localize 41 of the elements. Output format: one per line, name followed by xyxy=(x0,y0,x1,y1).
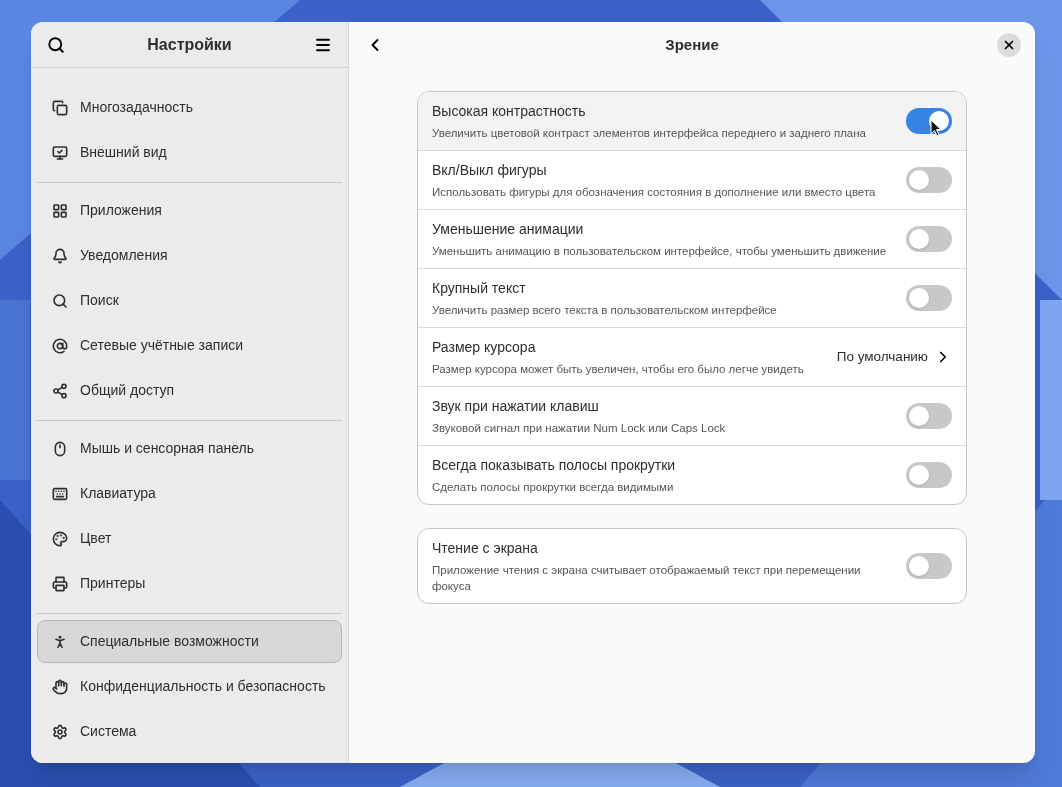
row-subtitle: Размер курсора может быть увеличен, чтобы его было легче увидеть xyxy=(432,362,805,377)
sidebar-item[interactable]: Общий доступ xyxy=(37,369,342,412)
row-subtitle: Приложение чтения с экрана считывает отображаемый текст при перемещении фокуса xyxy=(432,563,862,594)
sidebar-item[interactable]: Приложения xyxy=(37,189,342,232)
row-value: По умолчанию xyxy=(836,347,928,366)
row-title: Высокая контрастность xyxy=(432,102,587,121)
sidebar-item[interactable]: Принтеры xyxy=(37,562,342,605)
sidebar-item[interactable]: Мышь и сенсорная панель xyxy=(37,427,342,470)
settings-row[interactable]: Всегда показывать полосы прокрутки Сделать полосы прокрутки всегда видимыми xyxy=(418,445,966,504)
settings-row[interactable]: Высокая контрастность Увеличить цветовой контраст элементов интерфейса переднего и заднего плана xyxy=(418,92,966,150)
sidebar-item[interactable]: Специальные возможности xyxy=(37,620,342,663)
row-title: Чтение с экрана xyxy=(432,539,539,558)
row-subtitle: Уменьшить анимацию в пользовательском интерфейсе, чтобы уменьшить движение xyxy=(432,244,888,259)
row-subtitle: Использовать фигуры для обозначения состояния в дополнение или вместо цвета xyxy=(432,185,877,200)
row-title: Уменьшение анимации xyxy=(432,220,585,239)
sidebar-item[interactable]: Внешний вид xyxy=(37,131,342,174)
settings-row[interactable]: Размер курсора Размер курсора может быть увеличен, чтобы его было легче увидеть По умолчанию xyxy=(418,327,966,386)
row-title: Размер курсора xyxy=(432,338,537,357)
row-title: Крупный текст xyxy=(432,279,527,298)
sidebar-item[interactable]: Поиск xyxy=(37,279,342,322)
row-subtitle: Сделать полосы прокрутки всегда видимыми xyxy=(432,480,675,495)
row-subtitle: Звуковой сигнал при нажатии Num Lock или Caps Lock xyxy=(432,421,727,436)
page-title: Зрение xyxy=(665,34,719,55)
sidebar-item[interactable]: Цвет xyxy=(37,517,342,560)
sidebar-item[interactable]: Уведомления xyxy=(37,234,342,277)
row-subtitle: Увеличить размер всего текста в пользовательском интерфейсе xyxy=(432,303,778,318)
sidebar-item[interactable]: Клавиатура xyxy=(37,472,342,515)
settings-row[interactable]: Вкл/Выкл фигуры Использовать фигуры для обозначения состояния в дополнение или вместо цвета xyxy=(418,150,966,209)
sidebar-item[interactable]: Конфиденциальность и безопасность xyxy=(37,665,342,708)
settings-row[interactable]: Звук при нажатии клавиш Звуковой сигнал при нажатии Num Lock или Caps Lock xyxy=(418,386,966,445)
sidebar-item[interactable]: Сетевые учётные записи xyxy=(37,324,342,367)
row-title: Всегда показывать полосы прокрутки xyxy=(432,456,677,475)
settings-row[interactable]: Уменьшение анимации Уменьшить анимацию в пользовательском интерфейсе, чтобы уменьшить движение xyxy=(418,209,966,268)
row-subtitle: Увеличить цветовой контраст элементов интерфейса переднего и заднего плана xyxy=(432,126,867,141)
sidebar-item[interactable]: Многозадачность xyxy=(37,86,342,129)
settings-row[interactable]: Чтение с экрана Приложение чтения с экрана считывает отображаемый текст при перемещении фокуса xyxy=(418,529,966,603)
row-title: Вкл/Выкл фигуры xyxy=(432,161,548,180)
settings-row[interactable]: Крупный текст Увеличить размер всего текста в пользовательском интерфейсе xyxy=(418,268,966,327)
row-title: Звук при нажатии клавиш xyxy=(432,397,600,416)
sidebar-title: Настройки xyxy=(147,34,232,55)
sidebar-item[interactable]: Система xyxy=(37,710,342,753)
